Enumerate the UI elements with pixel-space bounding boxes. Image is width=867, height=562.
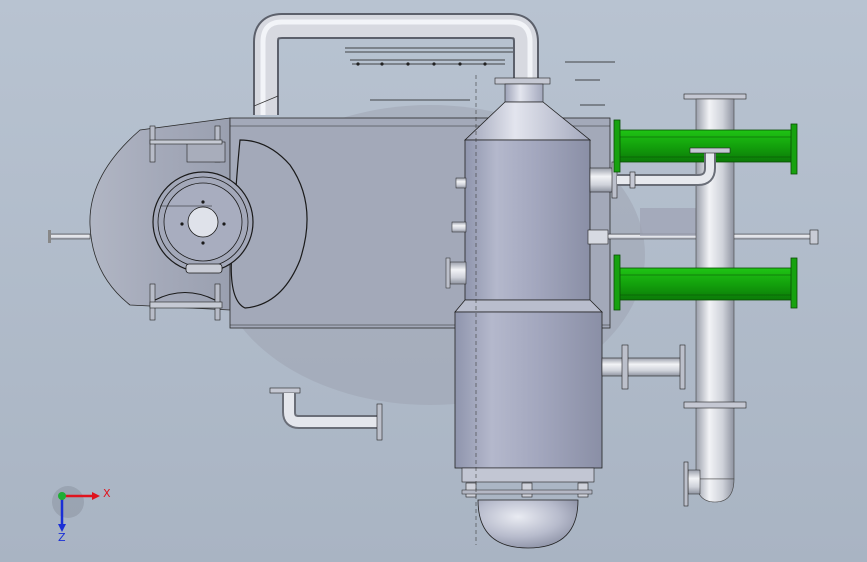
vessel-nozzle [589,167,615,193]
vessel-upper-shell [464,139,591,301]
z-axis-label: Z [58,531,66,544]
vessel-nozzle [451,221,467,233]
return-bottom-elbow [695,478,735,503]
vessel-nozzle-flange [445,257,451,289]
vessel-nozzle [455,177,467,189]
condenser-right-flange [790,257,798,309]
condenser-left-flange [613,254,621,311]
drain-flange [269,387,301,394]
x-axis-arrowhead [92,492,100,500]
connector-flange [629,171,636,189]
connector-flange [689,147,731,154]
tank-left-nozzle [49,233,91,240]
side-pipe-body [601,357,683,377]
coordinate-triad: X Z [48,482,118,546]
drain-end-flange [376,403,383,441]
manway-neck [186,141,226,163]
cad-viewport[interactable]: X Z [0,0,867,562]
return-mid-flange [683,401,747,409]
valve-body[interactable] [587,229,609,245]
tank-left-nozzle-tip [48,230,51,243]
x-axis-label: X [103,487,111,500]
vessel-neck [504,83,544,103]
condenser-right-flange [790,123,798,175]
vessel-bottom-ring [461,467,595,483]
vessel-support-plate [461,489,593,495]
return-outlet-pipe [687,469,701,495]
side-outlet-pipe[interactable] [601,344,686,390]
evaporator-assembly-model[interactable] [0,0,867,562]
tank-top-lines [345,47,615,106]
vessel-top-flange [494,77,551,85]
vessel-nozzle [449,261,467,285]
vessel-lower-shell [454,311,603,469]
triad-origin-shadow [52,486,84,518]
u-pipe-body-highlight [255,15,537,115]
vessel-bottom-dome [477,499,579,549]
condenser-left-flange [613,119,621,173]
manway-handle[interactable] [185,263,223,274]
vapor-u-pipe[interactable] [253,13,539,115]
vessel-transition [454,299,603,313]
y-axis-dot [58,492,66,500]
side-pipe-flange [621,344,629,390]
return-outlet-flange [683,461,689,507]
valve-end-cap [809,229,819,245]
side-pipe-flange [679,344,686,390]
manway-lower-bar [149,301,223,309]
u-pipe-body [253,13,539,115]
valve-stem [640,208,698,236]
manway-upper-bar [149,139,223,145]
manway-hub [187,206,219,238]
return-top-flange [683,93,747,100]
